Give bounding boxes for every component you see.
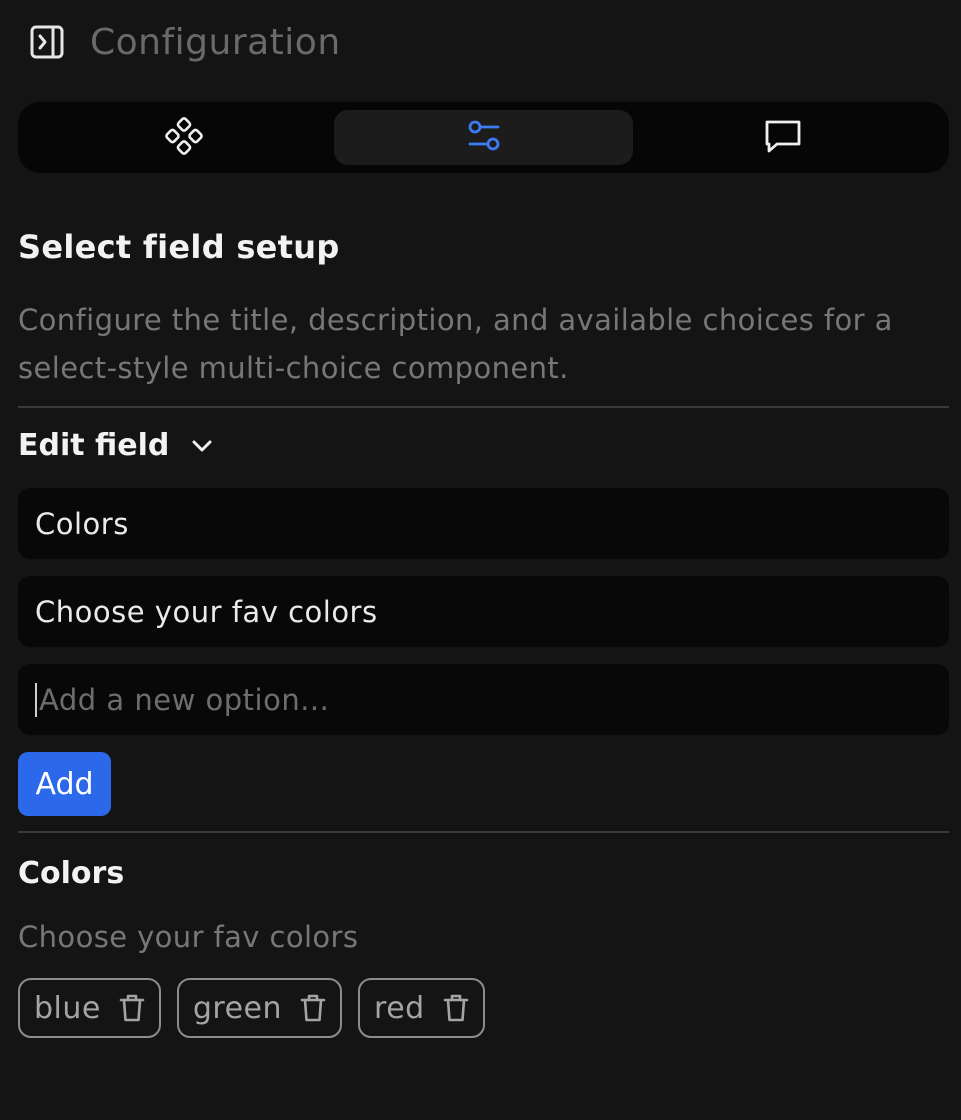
divider — [18, 831, 949, 833]
option-chip-label: blue — [34, 990, 101, 1026]
option-chip[interactable]: green — [176, 978, 343, 1038]
message-icon — [763, 117, 803, 159]
add-option-button[interactable]: Add — [18, 752, 111, 816]
trash-icon[interactable] — [443, 993, 469, 1023]
option-chip[interactable]: red — [358, 978, 485, 1038]
option-chips: blue green red — [18, 978, 501, 1038]
section-description: Configure the title, description, and av… — [18, 303, 893, 385]
page-title: Configuration — [90, 21, 341, 63]
configuration-panel: Configuration Select field setup Configu… — [0, 0, 961, 1120]
title-input[interactable]: Colors — [18, 488, 949, 559]
preview-title: Colors — [18, 856, 125, 891]
sliders-icon — [467, 118, 501, 158]
edit-field-toggle[interactable]: Edit field — [18, 428, 213, 463]
preview-description: Choose your fav colors — [18, 920, 359, 954]
edit-field-label: Edit field — [18, 428, 170, 463]
new-option-placeholder: Add a new option... — [39, 682, 330, 717]
sidebar-toggle-icon[interactable] — [28, 23, 66, 61]
text-caret — [35, 682, 37, 717]
option-chip[interactable]: blue — [18, 978, 161, 1038]
option-chip-label: red — [374, 990, 425, 1026]
tab-settings[interactable] — [333, 110, 634, 165]
tab-messages[interactable] — [633, 110, 933, 165]
divider — [18, 406, 949, 408]
description-input-value: Choose your fav colors — [35, 594, 378, 629]
trash-icon[interactable] — [300, 993, 326, 1023]
tab-components[interactable] — [34, 110, 334, 165]
trash-icon[interactable] — [119, 993, 145, 1023]
option-chip-label: green — [192, 990, 283, 1026]
section-title: Select field setup — [18, 228, 340, 266]
description-input[interactable]: Choose your fav colors — [18, 576, 949, 647]
new-option-input[interactable]: Add a new option... — [18, 664, 949, 735]
components-icon — [164, 116, 203, 159]
panel-header: Configuration — [28, 18, 341, 66]
tab-bar — [18, 102, 949, 173]
title-input-value: Colors — [35, 506, 129, 541]
chevron-down-icon — [191, 439, 213, 453]
